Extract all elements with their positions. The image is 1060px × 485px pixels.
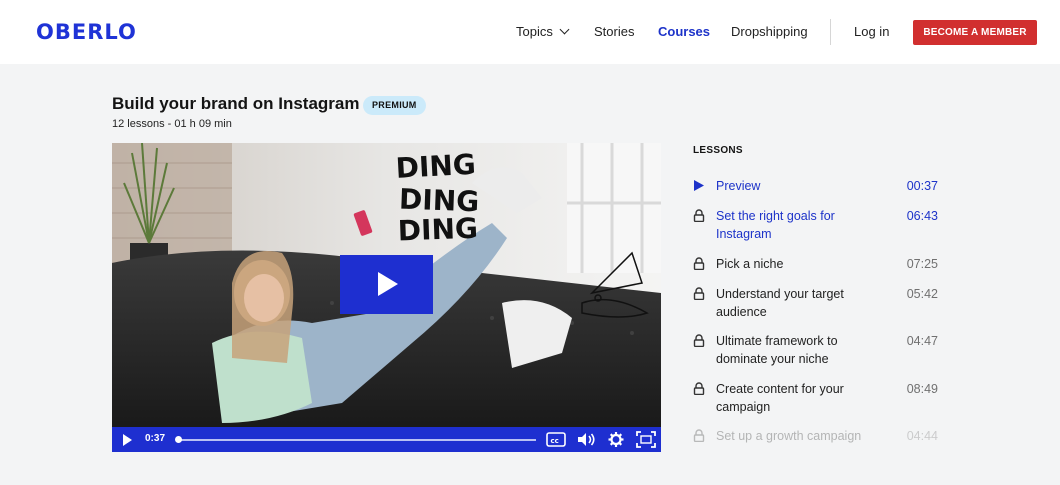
- lesson-title: Set the right goals for Instagram: [716, 209, 835, 241]
- lock-icon: [693, 287, 705, 300]
- ding-text-3: DING: [397, 212, 478, 248]
- become-member-button[interactable]: BECOME A MEMBER: [913, 20, 1037, 45]
- lesson-title: Pick a niche: [716, 257, 784, 271]
- lesson-title: Set up a growth campaign: [716, 429, 862, 443]
- nav-divider: [830, 19, 831, 45]
- play-icon: [694, 180, 704, 191]
- lock-icon: [693, 382, 705, 395]
- play-icon: [378, 272, 398, 296]
- control-play-icon[interactable]: [123, 434, 132, 446]
- fullscreen-icon[interactable]: [636, 431, 656, 448]
- nav-stories[interactable]: Stories: [594, 24, 634, 39]
- ding-text-1: DING: [395, 148, 477, 185]
- video-player[interactable]: DING DING DING 0:37 cc: [112, 143, 661, 452]
- settings-gear-icon[interactable]: [607, 431, 625, 448]
- lessons-heading: LESSONS: [693, 145, 743, 156]
- video-controls: 0:37 cc: [112, 427, 661, 452]
- oberlo-logo[interactable]: OBERLO: [36, 20, 137, 44]
- progress-knob[interactable]: [175, 436, 182, 443]
- lesson-duration: 07:25: [906, 257, 938, 271]
- site-header: OBERLO Topics Stories Courses Dropshippi…: [0, 0, 1060, 64]
- nav-topics-label: Topics: [516, 24, 553, 39]
- course-meta: 12 lessons - 01 h 09 min: [112, 118, 232, 130]
- lock-icon: [693, 257, 705, 270]
- svg-text:cc: cc: [551, 437, 559, 445]
- lesson-duration: 08:49: [906, 382, 938, 396]
- login-link[interactable]: Log in: [854, 24, 889, 39]
- lesson-title: Understand your target audience: [716, 287, 844, 319]
- nav-courses[interactable]: Courses: [658, 24, 710, 39]
- nav-topics[interactable]: Topics: [516, 24, 570, 39]
- premium-badge: PREMIUM: [363, 96, 426, 115]
- lesson-title: Ultimate framework to dominate your nich…: [716, 334, 838, 366]
- course-title: Build your brand on Instagram: [112, 94, 360, 113]
- current-time: 0:37: [145, 433, 166, 444]
- nav-dropshipping[interactable]: Dropshipping: [731, 24, 808, 39]
- lesson-duration: 05:42: [906, 287, 938, 301]
- chevron-down-icon: [559, 24, 570, 35]
- lesson-duration: 04:47: [906, 334, 938, 348]
- lock-icon: [693, 334, 705, 347]
- lesson-title: Create content for your campaign: [716, 382, 844, 414]
- lock-icon: [693, 429, 705, 442]
- volume-icon[interactable]: [576, 431, 596, 448]
- lesson-duration: 04:44: [906, 429, 938, 443]
- lesson-duration: 06:43: [906, 209, 938, 223]
- progress-track[interactable]: [176, 439, 536, 441]
- video-play-button[interactable]: [340, 255, 433, 314]
- lock-icon: [693, 209, 705, 222]
- lesson-duration: 00:37: [906, 179, 938, 193]
- captions-icon[interactable]: cc: [546, 431, 566, 448]
- lesson-title: Preview: [716, 179, 761, 193]
